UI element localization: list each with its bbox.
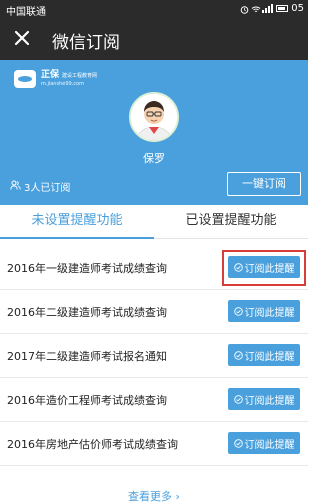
alarm-icon xyxy=(240,5,249,14)
list-item-title: 2016年造价工程师考试成绩查询 xyxy=(7,394,167,407)
people-icon xyxy=(10,180,21,193)
subscriber-count-label: 3人已订阅 xyxy=(24,183,71,194)
highlight-box xyxy=(222,250,306,286)
view-more-link[interactable]: 查看更多 › xyxy=(0,488,308,503)
subscribe-reminder-label: 订阅此提醒 xyxy=(244,395,295,407)
tab-set-reminders[interactable]: 已设置提醒功能 xyxy=(154,205,308,239)
nickname: 保罗 xyxy=(143,152,165,165)
status-bar: 中国联通 05 xyxy=(0,0,308,18)
subscribe-reminder-button[interactable]: 订阅此提醒 xyxy=(228,388,300,410)
list-item-title: 2016年一级建造师考试成绩查询 xyxy=(7,262,167,275)
brand-logo-icon xyxy=(14,70,36,88)
list-item: 2016年二级建造师考试成绩查询 订阅此提醒 xyxy=(0,290,308,334)
carrier-label: 中国联通 xyxy=(6,7,46,18)
battery-icon xyxy=(276,5,289,12)
brand-domain: m.jianshe99.com xyxy=(41,81,84,87)
avatar xyxy=(129,92,179,142)
clock-time: 05 xyxy=(291,3,304,14)
nav-bar: 微信订阅 xyxy=(0,18,308,60)
profile-header: 正保 建设工程教育网 m.jianshe99.com 保罗 3人已订阅 一键订阅 xyxy=(0,60,308,205)
wifi-icon xyxy=(251,5,261,13)
subscribe-all-button[interactable]: 一键订阅 xyxy=(227,172,301,196)
check-circle-icon xyxy=(233,350,243,360)
subscribe-reminder-label: 订阅此提醒 xyxy=(244,351,295,363)
brand-tagline: 建设工程教育网 xyxy=(62,73,98,79)
list-item-title: 2016年房地产估价师考试成绩查询 xyxy=(7,438,178,451)
brand-logo: 正保 建设工程教育网 m.jianshe99.com xyxy=(14,70,97,88)
list-item-title: 2017年二级建造师考试报名通知 xyxy=(7,350,167,363)
close-icon[interactable] xyxy=(10,26,34,50)
check-circle-icon xyxy=(233,394,243,404)
list-item: 2016年造价工程师考试成绩查询 订阅此提醒 xyxy=(0,378,308,422)
list-item-title: 2016年二级建造师考试成绩查询 xyxy=(7,306,167,319)
subscribe-reminder-button[interactable]: 订阅此提醒 xyxy=(228,344,300,366)
view-more-label: 查看更多 xyxy=(128,490,173,503)
chevron-right-icon: › xyxy=(175,490,180,503)
subscribe-reminder-label: 订阅此提醒 xyxy=(244,439,295,451)
status-icons: 05 xyxy=(240,3,304,14)
list-item: 2016年房地产估价师考试成绩查询 订阅此提醒 xyxy=(0,422,308,466)
page-title: 微信订阅 xyxy=(52,33,120,53)
subscribe-reminder-button[interactable]: 订阅此提醒 xyxy=(228,300,300,322)
signal-icon xyxy=(262,4,274,13)
subscriber-count: 3人已订阅 xyxy=(10,179,70,194)
tab-unset-reminders[interactable]: 未设置提醒功能 xyxy=(0,205,154,239)
brand-name: 正保 xyxy=(41,70,60,80)
check-circle-icon xyxy=(233,438,243,448)
tab-bar: 未设置提醒功能 已设置提醒功能 xyxy=(0,205,308,239)
check-circle-icon xyxy=(233,306,243,316)
subscribe-reminder-label: 订阅此提醒 xyxy=(244,307,295,319)
subscribe-reminder-button[interactable]: 订阅此提醒 xyxy=(228,432,300,454)
list-item: 2017年二级建造师考试报名通知 订阅此提醒 xyxy=(0,334,308,378)
